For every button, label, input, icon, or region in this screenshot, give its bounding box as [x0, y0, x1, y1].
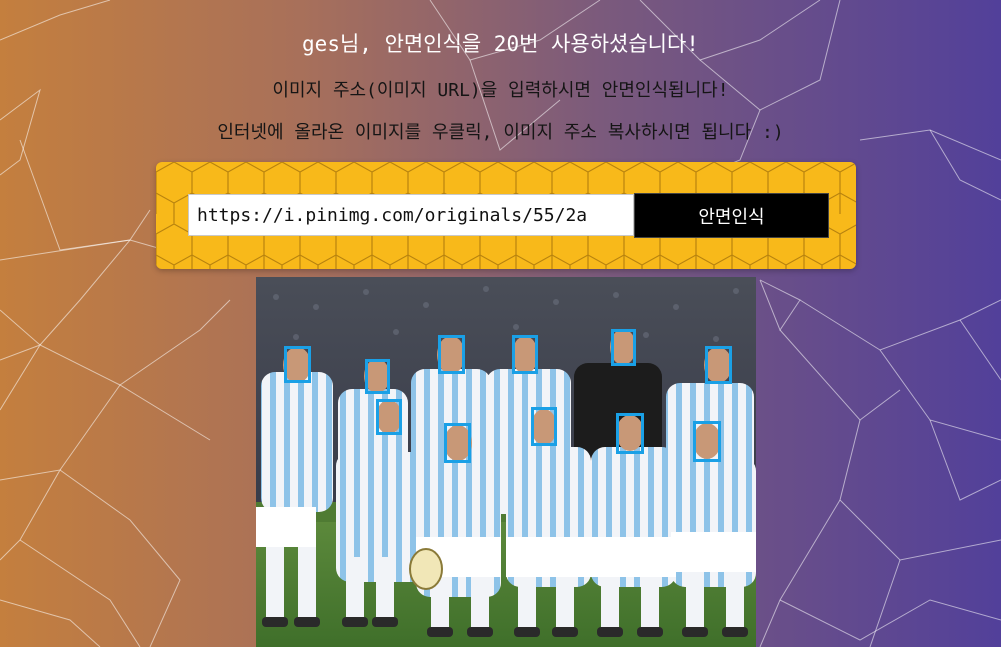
- face-box: [693, 421, 721, 462]
- face-box: [616, 413, 644, 454]
- face-box: [376, 399, 402, 435]
- face-box: [444, 423, 471, 463]
- face-box: [365, 359, 390, 394]
- usage-message: ges님, 안면인식을 20번 사용하셨습니다!: [302, 32, 699, 56]
- face-recognition-button[interactable]: 안면인식: [634, 193, 829, 238]
- face-box: [531, 407, 557, 446]
- image-url-input[interactable]: [188, 194, 634, 236]
- team-photo-illustration: [256, 277, 756, 647]
- result-photo: [256, 277, 756, 647]
- face-box: [512, 335, 538, 374]
- face-box: [705, 346, 732, 384]
- face-box: [611, 329, 636, 366]
- url-form-panel: 안면인식: [156, 162, 856, 269]
- face-box: [438, 335, 465, 374]
- tip-text: 인터넷에 올라온 이미지를 우클릭, 이미지 주소 복사하시면 됩니다 :): [217, 122, 784, 143]
- face-box: [284, 346, 311, 383]
- instruction-text: 이미지 주소(이미지 URL)을 입력하시면 안면인식됩니다!: [272, 80, 729, 101]
